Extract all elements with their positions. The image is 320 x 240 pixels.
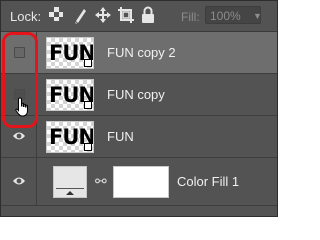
eye-icon[interactable] (12, 175, 26, 187)
layer-name[interactable]: Color Fill 1 (177, 174, 239, 189)
lock-image-pixels-icon[interactable] (73, 6, 89, 24)
lock-artboard-icon[interactable] (117, 6, 135, 24)
layer-name[interactable]: FUN copy 2 (107, 45, 176, 60)
layer-row-fun-copy-2[interactable]: FUN FUN copy 2 (1, 32, 277, 74)
lock-all-icon[interactable] (141, 6, 155, 24)
layer-thumbnail[interactable]: FUN (46, 121, 94, 153)
fill-adjustment-icon (66, 191, 74, 195)
fill-opacity-field[interactable]: 100% ▼ (205, 6, 262, 25)
layer-thumbnail[interactable]: FUN (46, 79, 94, 111)
layer-name[interactable]: FUN copy (107, 87, 165, 102)
lock-toolbar: Lock: Fill: 100% ▼ (1, 1, 277, 32)
lock-label: Lock: (10, 9, 42, 24)
layer-name[interactable]: FUN (107, 129, 134, 144)
lock-position-icon[interactable] (94, 6, 112, 24)
chevron-down-icon[interactable]: ▼ (253, 7, 262, 25)
layer-thumbnail[interactable]: FUN (46, 37, 94, 69)
smart-object-badge-icon (84, 59, 92, 67)
layer-row-fun[interactable]: FUN FUN (1, 116, 277, 158)
lock-transparent-pixels-icon[interactable] (48, 6, 64, 22)
smart-object-badge-icon (84, 143, 92, 151)
fill-opacity-value: 100% (210, 9, 241, 23)
link-chain-icon[interactable]: ⚯ (95, 173, 107, 190)
layers-panel: Lock: Fill: 100% ▼ FUN FUN copy 2 FUN FU… (0, 0, 278, 217)
hand-pointer-cursor-icon (15, 97, 28, 117)
layer-mask-thumbnail[interactable] (113, 166, 169, 198)
eye-icon[interactable] (12, 130, 26, 142)
layer-row-fun-copy[interactable]: FUN FUN copy (1, 74, 277, 116)
smart-object-badge-icon (84, 101, 92, 109)
visibility-toggle[interactable] (1, 158, 37, 205)
color-fill-thumbnail[interactable] (53, 166, 87, 198)
fill-label: Fill: (181, 10, 200, 24)
layer-row-color-fill[interactable]: ⚯ Color Fill 1 (1, 158, 277, 206)
